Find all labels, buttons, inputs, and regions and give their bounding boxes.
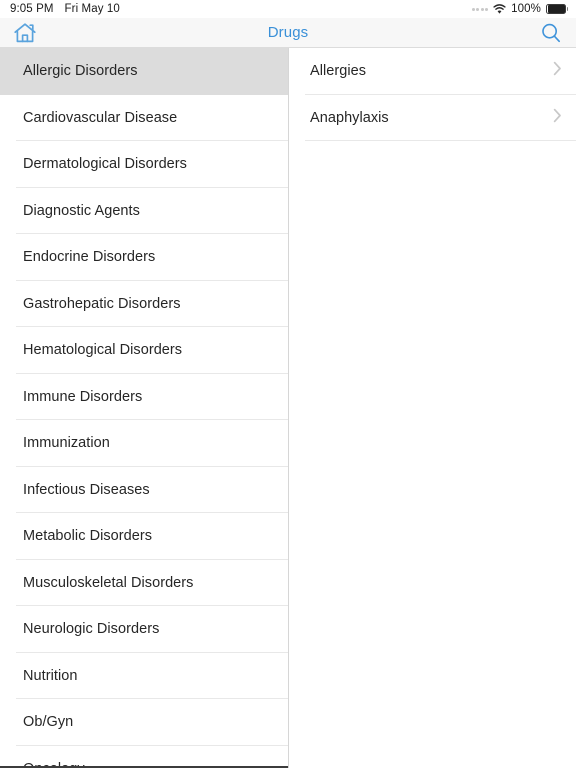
master-list-item[interactable]: Metabolic Disorders [0, 513, 288, 560]
status-bar-right: 100% [471, 3, 568, 15]
master-list-item[interactable]: Ob/Gyn [0, 699, 288, 746]
master-list-item-label: Infectious Diseases [23, 481, 150, 498]
master-list-item-label: Dermatological Disorders [23, 156, 187, 173]
battery-full-icon [546, 3, 568, 15]
master-list-item-label: Immunization [23, 435, 110, 452]
search-icon[interactable] [536, 20, 566, 46]
battery-percent-label: 100% [511, 3, 541, 15]
detail-list-item[interactable]: Anaphylaxis [289, 94, 576, 141]
status-date: Fri May 10 [64, 3, 120, 15]
page-title: Drugs [267, 24, 309, 41]
master-list-item[interactable]: Dermatological Disorders [0, 141, 288, 188]
wifi-icon [493, 3, 506, 15]
master-list-item-label: Neurologic Disorders [23, 621, 160, 638]
chevron-right-icon [553, 61, 562, 81]
master-list-item-label: Hematological Disorders [23, 342, 183, 359]
master-list[interactable]: Allergic Disorders Cardiovascular Disease… [0, 48, 289, 768]
master-list-item[interactable]: Gastrohepatic Disorders [0, 280, 288, 327]
master-list-item-label: Nutrition [23, 667, 78, 684]
signal-dots-icon [471, 7, 489, 11]
master-list-item-label: Gastrohepatic Disorders [23, 295, 181, 312]
master-list-item[interactable]: Immunization [0, 420, 288, 467]
master-list-item[interactable]: Hematological Disorders [0, 327, 288, 374]
master-list-item[interactable]: Nutrition [0, 652, 288, 699]
master-list-item[interactable]: Oncology [0, 745, 288, 768]
master-list-item-label: Diagnostic Agents [23, 202, 140, 219]
master-list-item[interactable]: Musculoskeletal Disorders [0, 559, 288, 606]
master-list-item-label: Allergic Disorders [23, 63, 138, 80]
master-list-item[interactable]: Endocrine Disorders [0, 234, 288, 281]
master-list-item[interactable]: Diagnostic Agents [0, 187, 288, 234]
master-list-item-label: Metabolic Disorders [23, 528, 153, 545]
status-bar: 9:05 PM Fri May 10 100% [0, 0, 576, 18]
split-view: Allergic Disorders Cardiovascular Disease… [0, 48, 576, 768]
master-list-item[interactable]: Allergic Disorders [0, 48, 288, 95]
chevron-right-icon [553, 108, 562, 128]
navigation-bar: Drugs [0, 18, 576, 48]
master-list-item[interactable]: Immune Disorders [0, 373, 288, 420]
detail-list-item[interactable]: Allergies [289, 48, 576, 95]
status-time: 9:05 PM [10, 3, 54, 15]
master-list-item-label: Musculoskeletal Disorders [23, 574, 194, 591]
detail-list[interactable]: Allergies Anaphylaxis [289, 48, 576, 768]
detail-list-item-label: Allergies [310, 63, 367, 80]
master-list-item[interactable]: Infectious Diseases [0, 466, 288, 513]
master-list-item-label: Ob/Gyn [23, 714, 74, 731]
master-list-item-label: Cardiovascular Disease [23, 109, 178, 126]
master-list-item[interactable]: Cardiovascular Disease [0, 94, 288, 141]
master-list-item-label: Immune Disorders [23, 388, 143, 405]
master-list-item[interactable]: Neurologic Disorders [0, 606, 288, 653]
status-bar-left: 9:05 PM Fri May 10 [10, 3, 120, 15]
list-separator [305, 140, 576, 141]
detail-list-item-label: Anaphylaxis [310, 109, 389, 126]
master-list-item-label: Endocrine Disorders [23, 249, 156, 266]
